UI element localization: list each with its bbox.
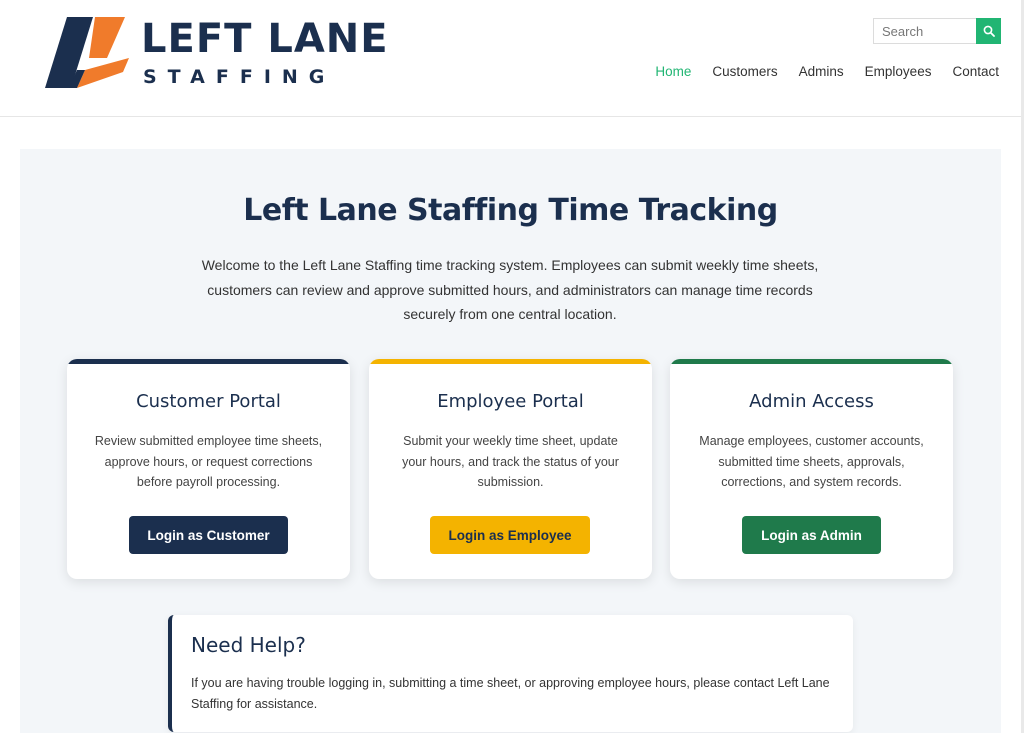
help-title: Need Help? <box>191 633 306 657</box>
card-title: Customer Portal <box>136 391 281 412</box>
admin-access-card: Admin Access Manage employees, customer … <box>670 359 953 579</box>
main-panel: Left Lane Staffing Time Tracking Welcome… <box>20 149 1001 733</box>
main-nav: Home Customers Admins Employees Contact <box>655 64 999 79</box>
site-header: LEFT LANE STAFFING Home Customers Admins… <box>0 0 1021 117</box>
login-admin-button[interactable]: Login as Admin <box>742 516 881 554</box>
nav-admins[interactable]: Admins <box>799 64 844 79</box>
card-description: Review submitted employee time sheets, a… <box>94 434 323 489</box>
page-title: Left Lane Staffing Time Tracking <box>243 193 778 228</box>
search-icon <box>983 25 995 37</box>
logo-subtitle: STAFFING <box>143 66 336 88</box>
nav-customers[interactable]: Customers <box>712 64 777 79</box>
search-input[interactable] <box>873 18 976 44</box>
card-accent-bar <box>67 359 350 364</box>
help-text: If you are having trouble logging in, su… <box>191 676 830 711</box>
left-lane-staffing-logo[interactable]: LEFT LANE STAFFING <box>45 14 395 90</box>
intro-text: Welcome to the Left Lane Staffing time t… <box>201 257 819 322</box>
search-button[interactable] <box>976 18 1001 44</box>
card-accent-bar <box>670 359 953 364</box>
login-employee-button[interactable]: Login as Employee <box>430 516 590 554</box>
nav-home[interactable]: Home <box>655 64 691 79</box>
help-box: Need Help? If you are having trouble log… <box>168 615 853 732</box>
card-title: Employee Portal <box>437 391 584 412</box>
customer-portal-card: Customer Portal Review submitted employe… <box>67 359 350 579</box>
login-customer-button[interactable]: Login as Customer <box>129 516 288 554</box>
employee-portal-card: Employee Portal Submit your weekly time … <box>369 359 652 579</box>
nav-contact[interactable]: Contact <box>952 64 999 79</box>
card-description: Manage employees, customer accounts, sub… <box>699 434 924 489</box>
logo-mark-icon <box>45 17 129 88</box>
logo-wordmark: LEFT LANE <box>141 16 389 62</box>
nav-employees[interactable]: Employees <box>865 64 932 79</box>
card-description: Submit your weekly time sheet, update yo… <box>402 434 619 489</box>
card-title: Admin Access <box>749 391 874 412</box>
search-form <box>873 18 1001 44</box>
card-accent-bar <box>369 359 652 364</box>
